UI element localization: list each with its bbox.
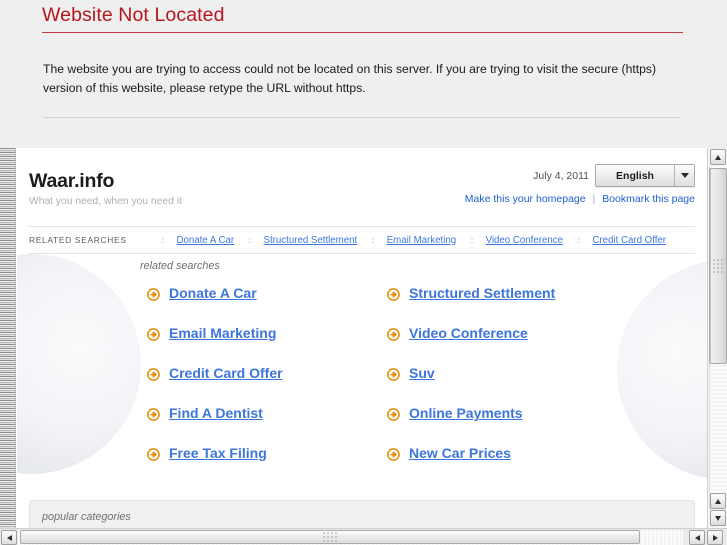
list-item[interactable]: Find A Dentist <box>147 405 387 445</box>
related-bar-item: :: Video Conference <box>470 235 577 246</box>
arrow-circle-right-icon <box>387 408 400 421</box>
related-search-link[interactable]: Structured Settlement <box>409 285 555 302</box>
link-separator: | <box>592 193 596 205</box>
triangle-down-icon <box>715 515 721 521</box>
vertical-scrollbar-thumb[interactable] <box>709 168 727 364</box>
page-title: Website Not Located <box>42 4 225 26</box>
list-item[interactable]: Donate A Car <box>147 285 387 325</box>
brand-tagline: What you need, when you need it <box>29 196 182 207</box>
related-search-link[interactable]: Suv <box>409 365 435 382</box>
bookmark-page-link[interactable]: Bookmark this page <box>602 193 695 205</box>
arrow-circle-right-icon <box>387 448 400 461</box>
related-bar-link[interactable]: Credit Card Offer <box>592 235 666 246</box>
list-item[interactable]: Structured Settlement <box>387 285 627 325</box>
related-bar-item: :: Email Marketing <box>371 235 470 246</box>
related-search-link[interactable]: Online Payments <box>409 405 523 422</box>
related-search-link[interactable]: Free Tax Filing <box>169 445 267 462</box>
left-edge-gripper[interactable] <box>0 148 16 528</box>
current-date: July 4, 2011 <box>533 169 589 182</box>
scroll-up-button[interactable] <box>710 149 726 165</box>
arrow-circle-right-icon <box>147 288 160 301</box>
arrow-circle-right-icon <box>147 448 160 461</box>
list-item[interactable]: Suv <box>387 365 627 405</box>
arrow-circle-right-icon <box>387 288 400 301</box>
grip-dots-icon <box>323 532 337 542</box>
language-select-value: English <box>616 169 654 182</box>
related-search-link[interactable]: Donate A Car <box>169 285 257 302</box>
related-search-link[interactable]: Find A Dentist <box>169 405 263 422</box>
related-bar-item: :: Structured Settlement <box>248 235 371 246</box>
list-row: Free Tax Filing New Car Prices <box>147 445 667 485</box>
related-bar-link[interactable]: Video Conference <box>486 235 563 246</box>
related-bar-item: :: Credit Card Offer <box>577 235 680 246</box>
grip-dots-icon <box>713 259 723 273</box>
scroll-down-button[interactable] <box>710 510 726 526</box>
related-search-link[interactable]: Email Marketing <box>169 325 276 342</box>
list-item[interactable]: Video Conference <box>387 325 627 365</box>
related-searches-bar-label: RELATED SEARCHES <box>29 235 127 245</box>
triangle-left-icon <box>6 534 12 541</box>
list-item[interactable]: Free Tax Filing <box>147 445 387 485</box>
vertical-scrollbar[interactable] <box>707 148 727 528</box>
page-viewport: Waar.info What you need, when you need i… <box>17 148 707 528</box>
related-search-link[interactable]: New Car Prices <box>409 445 511 462</box>
dots-separator-icon: :: <box>576 235 581 245</box>
make-homepage-link[interactable]: Make this your homepage <box>465 193 586 205</box>
related-bar-link[interactable]: Email Marketing <box>387 235 456 246</box>
scroll-left-button[interactable] <box>1 530 17 545</box>
section-divider <box>43 117 681 118</box>
popular-categories-panel: popular categories Speed Purchase Commun… <box>29 500 695 528</box>
list-item[interactable]: Online Payments <box>387 405 627 445</box>
triangle-up-icon <box>715 154 721 160</box>
brand-name: Waar.info <box>29 170 115 192</box>
horizontal-scrollbar-thumb[interactable] <box>20 530 640 544</box>
embedded-page-frame: Waar.info What you need, when you need i… <box>0 148 727 545</box>
arrow-circle-right-icon <box>387 368 400 381</box>
decorative-circle-left <box>17 254 141 474</box>
popular-categories-heading: popular categories <box>42 511 131 523</box>
arrow-circle-right-icon <box>387 328 400 341</box>
list-item[interactable]: Credit Card Offer <box>147 365 387 405</box>
arrow-circle-right-icon <box>147 368 160 381</box>
list-row: Donate A Car Structured Settlement <box>147 285 667 325</box>
scroll-left-button-right[interactable] <box>689 530 705 545</box>
scroll-right-button[interactable] <box>707 530 723 545</box>
chevron-down-icon <box>674 165 694 186</box>
date-and-language-row: July 4, 2011 English <box>465 164 695 187</box>
list-item[interactable]: New Car Prices <box>387 445 627 485</box>
triangle-right-icon <box>712 534 718 541</box>
language-select[interactable]: English <box>595 164 695 187</box>
list-item[interactable]: Email Marketing <box>147 325 387 365</box>
dots-separator-icon: :: <box>248 235 252 245</box>
dots-separator-icon: :: <box>371 235 375 245</box>
related-bar-link[interactable]: Donate A Car <box>176 235 234 246</box>
arrow-circle-right-icon <box>147 408 160 421</box>
related-search-link[interactable]: Video Conference <box>409 325 528 342</box>
error-message-text: The website you are trying to access cou… <box>43 62 657 95</box>
related-search-link[interactable]: Credit Card Offer <box>169 365 283 382</box>
arrow-circle-right-icon <box>147 328 160 341</box>
horizontal-scrollbar[interactable] <box>0 528 727 545</box>
site-header: Waar.info What you need, when you need i… <box>17 148 707 224</box>
website-not-located-panel: Website Not Located The website you are … <box>0 0 727 148</box>
dots-separator-icon: :: <box>161 235 165 245</box>
dots-separator-icon: :: <box>470 235 474 245</box>
related-searches-heading: related searches <box>140 260 220 272</box>
list-row: Email Marketing Video Conference <box>147 325 667 365</box>
triangle-up-icon <box>715 498 721 504</box>
brand-block: Waar.info What you need, when you need i… <box>29 170 182 208</box>
scroll-up-button-bottom[interactable] <box>710 493 726 509</box>
triangle-left-icon <box>694 534 700 541</box>
title-divider <box>42 32 683 33</box>
related-searches-bar: RELATED SEARCHES :: Donate A Car :: Stru… <box>29 226 695 254</box>
related-bar-item: :: Donate A Car <box>161 235 248 246</box>
related-searches-grid: Donate A Car Structured Settlement Email… <box>147 285 667 485</box>
header-right-cluster: July 4, 2011 English Make this your home… <box>465 164 695 205</box>
header-links: Make this your homepage | Bookmark this … <box>465 193 695 205</box>
list-row: Find A Dentist Online Payments <box>147 405 667 445</box>
list-row: Credit Card Offer Suv <box>147 365 667 405</box>
related-bar-link[interactable]: Structured Settlement <box>264 235 358 246</box>
